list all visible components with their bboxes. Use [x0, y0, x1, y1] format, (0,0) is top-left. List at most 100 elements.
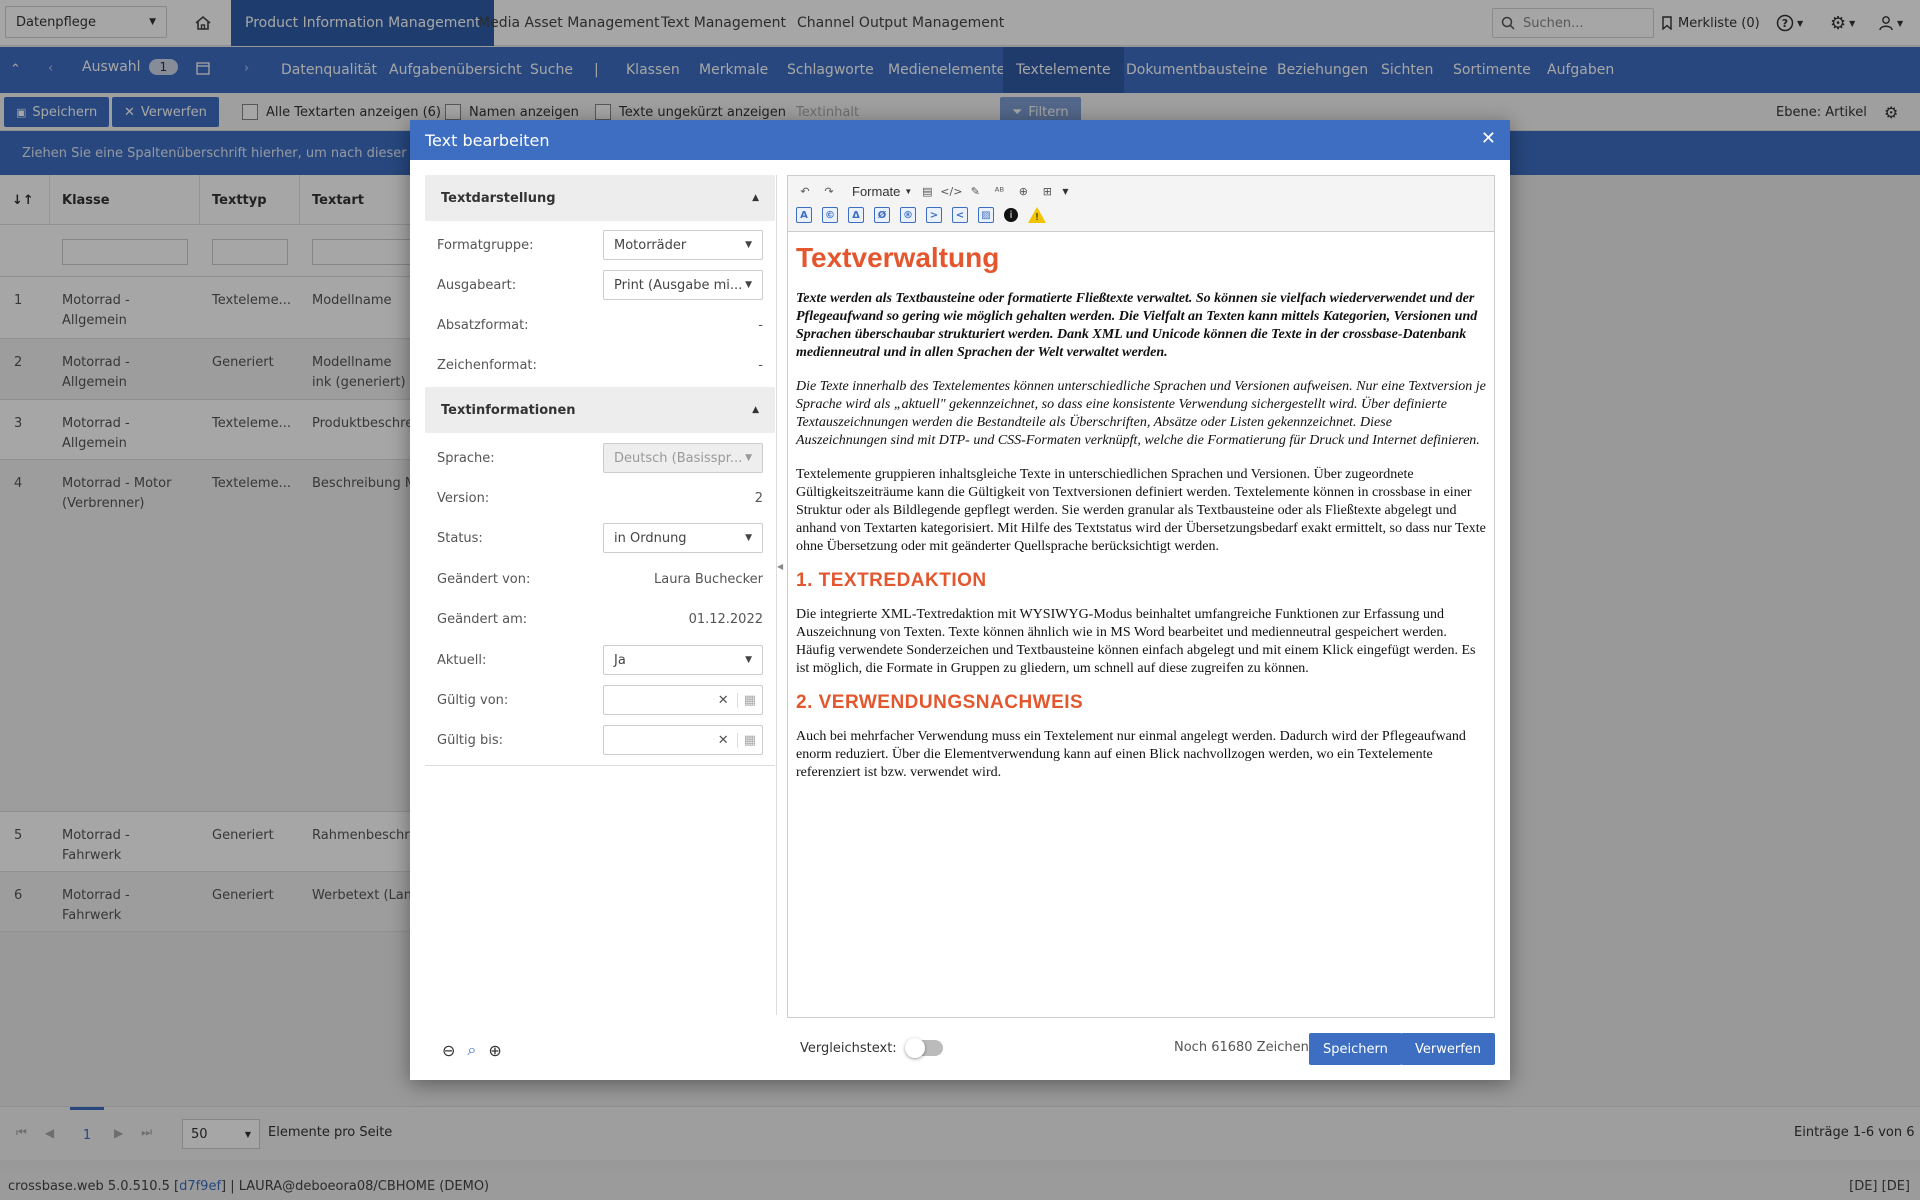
field-label: Ausgabeart: [437, 277, 517, 293]
select-value: Motorräder [614, 237, 687, 253]
field-label: Gültig von: [437, 692, 509, 708]
insert-icon[interactable]: ⊕ [1014, 182, 1032, 200]
registered-icon[interactable]: ® [900, 207, 916, 223]
field-label: Absatzformat: [437, 317, 529, 333]
field-gueltig-von: Gültig von: ✕ ▦ [425, 680, 775, 720]
chevron-down-icon: ▼ [745, 280, 752, 290]
paragraph: Texte werden als Textbausteine oder form… [796, 291, 1478, 360]
field-label: Geändert von: [437, 571, 531, 587]
zoom-in-icon[interactable]: ⊕ [488, 1041, 501, 1060]
field-label: Formatgruppe: [437, 237, 534, 253]
edit-text-dialog: Text bearbeiten ✕ Textdarstellung ▲ Form… [410, 120, 1510, 1080]
compare-toggle[interactable] [904, 1038, 943, 1058]
remaining-chars: Noch 61680 Zeichen [1174, 1040, 1309, 1055]
diameter-icon[interactable]: Ø [874, 207, 890, 223]
paragraph: Textelemente gruppieren inhaltsgleiche T… [796, 467, 1486, 554]
field-gueltig-bis: Gültig bis: ✕ ▦ [425, 720, 775, 760]
properties-pane: Textdarstellung ▲ Formatgruppe: Motorräd… [425, 175, 775, 1015]
warning-icon[interactable]: ! [1028, 207, 1046, 223]
collapse-icon: ▲ [752, 405, 759, 415]
collapse-pane-icon[interactable]: ◀ [777, 562, 783, 571]
paste-icon[interactable]: ▤ [918, 182, 936, 200]
aktuell-select[interactable]: Ja ▼ [603, 645, 763, 675]
close-icon[interactable]: ✕ [1481, 128, 1496, 149]
special-char-a-icon[interactable]: A [796, 207, 812, 223]
dialog-footer: ⊖ ⌕ ⊕ Vergleichstext: Noch 61680 Zeichen… [410, 1020, 1510, 1080]
select-value: in Ordnung [614, 530, 687, 546]
table-icon[interactable]: ⊞ [1038, 182, 1056, 200]
copyright-icon[interactable]: © [822, 207, 838, 223]
dialog-discard-button[interactable]: Verwerfen [1401, 1033, 1496, 1065]
formatgruppe-select[interactable]: Motorräder ▼ [603, 230, 763, 260]
content-heading: Textverwaltung [796, 242, 1000, 273]
field-value: Laura Buchecker [654, 571, 763, 587]
field-ausgabeart: Ausgabeart: Print (Ausgabe mi... ▼ [425, 265, 775, 305]
field-label: Aktuell: [437, 652, 487, 668]
field-aktuell: Aktuell: Ja ▼ [425, 640, 775, 680]
formats-dropdown[interactable]: Formate ▼ [852, 184, 912, 199]
field-value: 2 [754, 490, 763, 506]
field-zeichenformat: Zeichenformat: - [425, 345, 775, 385]
sprache-select: Deutsch (Basisspr... ▼ [603, 443, 763, 473]
clear-icon[interactable]: ✕ [718, 693, 729, 708]
field-label: Sprache: [437, 450, 495, 466]
field-status: Status: in Ordnung ▼ [425, 518, 775, 558]
undo-icon[interactable]: ↶ [796, 182, 814, 200]
field-value: - [758, 357, 763, 373]
paragraph: Die Texte innerhalb des Textelementes kö… [796, 379, 1486, 448]
redo-icon[interactable]: ↷ [820, 182, 838, 200]
chevron-down-icon: ▼ [745, 453, 752, 463]
status-select[interactable]: in Ordnung ▼ [603, 523, 763, 553]
dialog-title: Text bearbeiten [425, 130, 550, 150]
field-value: - [758, 317, 763, 333]
field-geaendert-von: Geändert von: Laura Buchecker [425, 559, 775, 599]
content-subheading: 1. TEXTREDAKTION [796, 570, 987, 591]
field-label: Geändert am: [437, 611, 528, 627]
zoom-reset-icon[interactable]: ⌕ [467, 1040, 476, 1060]
select-value: Ja [614, 652, 626, 668]
field-label: Gültig bis: [437, 732, 504, 748]
editor-toolbar: ↶ ↷ Formate ▼ ▤ </> ✎ ᴬᴮ ⊕ ⊞ ▼ A © Δ Ø ® … [788, 176, 1494, 232]
editor-content[interactable]: Textverwaltung Texte werden als Textbaus… [788, 232, 1494, 1017]
image-icon[interactable]: ▨ [978, 207, 994, 223]
magic-icon[interactable]: ✎ [966, 182, 984, 200]
formats-label: Formate [852, 183, 901, 199]
field-absatzformat: Absatzformat: - [425, 305, 775, 345]
zoom-out-icon[interactable]: ⊖ [442, 1041, 455, 1060]
field-value: 01.12.2022 [688, 611, 763, 627]
field-geaendert-am: Geändert am: 01.12.2022 [425, 599, 775, 639]
splitter[interactable] [776, 175, 777, 1015]
select-value: Deutsch (Basisspr... [614, 450, 743, 466]
calendar-icon[interactable]: ▦ [736, 732, 756, 748]
gueltig-von-input[interactable]: ✕ ▦ [603, 685, 763, 715]
divider [425, 765, 775, 766]
chevron-down-icon: ▼ [745, 655, 752, 665]
gueltig-bis-input[interactable]: ✕ ▦ [603, 725, 763, 755]
content-subheading: 2. VERWENDUNGSNACHWEIS [796, 692, 1084, 713]
dialog-save-button[interactable]: Speichern [1309, 1033, 1402, 1065]
field-label: Zeichenformat: [437, 357, 537, 373]
dialog-header: Text bearbeiten ✕ [410, 120, 1510, 160]
ausgabeart-select[interactable]: Print (Ausgabe mi... ▼ [603, 270, 763, 300]
code-icon[interactable]: </> [940, 182, 962, 200]
rich-text-editor: ↶ ↷ Formate ▼ ▤ </> ✎ ᴬᴮ ⊕ ⊞ ▼ A © Δ Ø ® … [787, 175, 1495, 1018]
field-label: Status: [437, 530, 483, 546]
info-icon[interactable]: i [1004, 208, 1018, 222]
less-icon[interactable]: < [952, 207, 968, 223]
greater-icon[interactable]: > [926, 207, 942, 223]
section-title: Textinformationen [441, 402, 576, 418]
section-textinformationen[interactable]: Textinformationen ▲ [425, 387, 775, 433]
field-version: Version: 2 [425, 478, 775, 518]
chevron-down-icon: ▼ [745, 533, 752, 543]
section-title: Textdarstellung [441, 190, 556, 206]
spellcheck-icon[interactable]: ᴬᴮ [990, 182, 1008, 200]
chevron-down-icon: ▼ [745, 240, 752, 250]
paragraph: Die integrierte XML-Textredaktion mit WY… [796, 607, 1476, 676]
section-textdarstellung[interactable]: Textdarstellung ▲ [425, 175, 775, 221]
delta-icon[interactable]: Δ [848, 207, 864, 223]
field-formatgruppe: Formatgruppe: Motorräder ▼ [425, 225, 775, 265]
collapse-icon: ▲ [752, 193, 759, 203]
clear-icon[interactable]: ✕ [718, 733, 729, 748]
calendar-icon[interactable]: ▦ [736, 692, 756, 708]
field-label: Version: [437, 490, 490, 506]
